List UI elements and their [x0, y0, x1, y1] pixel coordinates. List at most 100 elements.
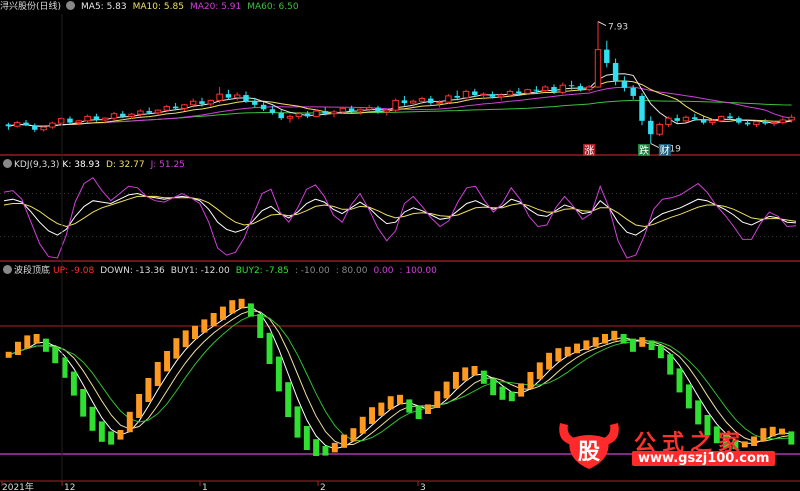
wave-bar: [126, 411, 133, 433]
candle-body: [524, 89, 531, 94]
candle-body: [225, 94, 232, 98]
wave-bar: [42, 338, 49, 352]
candle-body: [101, 117, 109, 121]
candle-body: [648, 120, 654, 135]
wave-bar: [378, 402, 385, 416]
time-label: 3: [420, 483, 426, 491]
candle-body: [32, 125, 38, 130]
wave-bar: [238, 298, 245, 309]
candle-body: [753, 121, 760, 125]
candle-body: [75, 120, 83, 124]
candle-body: [770, 122, 778, 125]
wave-indicator-1: DOWN: -13.36: [100, 266, 165, 276]
wave-indicator-6: 0.00: [373, 266, 394, 276]
candle-body: [120, 113, 126, 117]
candle-body: [744, 122, 751, 125]
candle-body: [480, 93, 487, 96]
wave-bar: [648, 340, 655, 350]
candle-body: [497, 94, 505, 98]
wave-bar: [583, 340, 590, 350]
candle-body: [736, 118, 742, 123]
candle-body: [639, 95, 645, 121]
candle-body: [243, 95, 249, 102]
kdj-name-label: KDJ(9,3,3): [14, 160, 60, 170]
candle-body: [472, 91, 478, 96]
candle-body: [330, 111, 338, 115]
candle-body: [40, 126, 47, 131]
wave-bar: [564, 346, 571, 357]
wave-bar: [518, 383, 525, 397]
wave-bar: [508, 391, 515, 402]
wave-bar: [462, 367, 469, 381]
candle-body: [533, 89, 540, 91]
candle-body: [163, 106, 171, 111]
candle-body: [401, 100, 408, 104]
time-label: 2: [320, 483, 326, 491]
candle-body: [559, 84, 567, 93]
high-price-label: 7.93: [608, 23, 628, 33]
ma5-line: [8, 73, 792, 127]
candle-body: [692, 117, 698, 120]
candle-body: [322, 111, 328, 114]
wave-bar: [480, 370, 487, 384]
candle-body: [551, 87, 557, 93]
wave-bar: [685, 384, 692, 409]
ma10-line: [8, 80, 792, 127]
wave-bar: [397, 394, 403, 405]
wave-bar: [620, 334, 627, 344]
wave-bar: [5, 351, 12, 358]
kdj-indicator-list: K: 38.93 D: 32.77 J: 51.25: [62, 160, 190, 170]
candle-body: [506, 90, 514, 96]
wave-indicator-7: : 100.00: [399, 266, 437, 276]
candle-body: [172, 106, 179, 109]
candle-body: [594, 49, 602, 88]
wave-bar: [285, 382, 292, 417]
stock-chart[interactable]: 7.935.19涨跌财2021年 12 1 2 3: [0, 0, 800, 491]
panel-menu-icon[interactable]: [3, 265, 12, 274]
candle-body: [252, 101, 258, 105]
candle-body: [630, 87, 636, 96]
candle-body: [462, 90, 470, 99]
wave-bar: [247, 303, 254, 317]
wave-bar: [303, 426, 310, 450]
wave-bar: [98, 421, 105, 442]
candle-body: [181, 104, 188, 109]
wave-bar: [164, 351, 171, 372]
candle-body: [93, 116, 100, 120]
panel-menu-icon[interactable]: [66, 1, 76, 10]
candle-body: [110, 113, 118, 119]
panel-menu-icon[interactable]: [3, 159, 12, 168]
candle-body: [700, 119, 707, 123]
wave-bar: [219, 306, 226, 320]
candle-body: [57, 118, 65, 124]
watermark-url: www.gszj100.com: [632, 451, 776, 466]
candle-body: [13, 122, 21, 127]
candle-body: [577, 86, 584, 90]
wave-bar: [192, 325, 198, 339]
candle-body: [5, 124, 12, 127]
wave-name-label: 波段顶底: [14, 266, 51, 276]
candle-body: [137, 110, 144, 115]
kdj-d-line: [3, 195, 797, 228]
low-pointer: [650, 143, 660, 148]
wave-bar: [415, 405, 422, 419]
candle-body: [207, 99, 215, 105]
wave-bar: [145, 378, 152, 402]
wave-bar: [499, 386, 506, 400]
wave-bar: [490, 378, 497, 396]
stock-name-label: 浔兴股份(日线): [0, 2, 62, 12]
wave-bar: [471, 366, 478, 376]
wave-bar: [173, 338, 180, 359]
wave-bar: [275, 356, 282, 392]
bull-logo-icon: 股: [559, 423, 619, 469]
candle-body: [454, 95, 460, 98]
wave-bar: [443, 381, 450, 399]
kdj-panel-header: KDJ(9,3,3) K: 38.93 D: 32.77 J: 51.25: [0, 158, 197, 172]
wave-bar: [80, 389, 87, 417]
wave-bar: [52, 346, 59, 364]
candle-body: [278, 112, 284, 119]
candle-body: [445, 95, 452, 103]
time-label: 2021年: [2, 481, 34, 491]
wave-bar: [536, 362, 543, 380]
candle-body: [84, 115, 91, 122]
